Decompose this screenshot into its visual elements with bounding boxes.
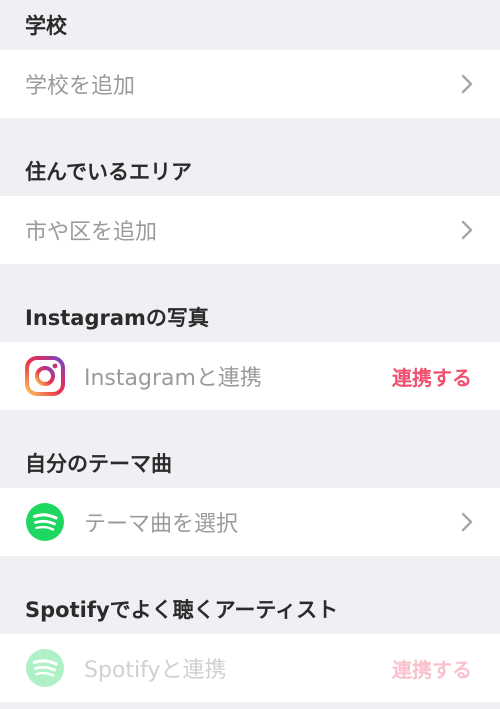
spotify-connect-button[interactable]: 連携する [392, 654, 472, 683]
section-title-school: 学校 [25, 14, 67, 38]
section-header-anthem: 自分のテーマ曲 [0, 410, 500, 488]
add-area-row[interactable]: 市や区を追加 [0, 196, 500, 264]
instagram-connect-row[interactable]: Instagramと連携 連携する [0, 342, 500, 410]
section-title-anthem: 自分のテーマ曲 [25, 452, 172, 476]
section-title-spotify-artists: Spotifyでよく聴くアーティスト [25, 598, 339, 622]
section-title-instagram: Instagramの写真 [25, 306, 209, 330]
spotify-icon [24, 501, 66, 543]
profile-edit-screen: 学校 学校を追加 住んでいるエリア 市や区を追加 Instagramの写真 In… [0, 0, 500, 709]
add-school-row[interactable]: 学校を追加 [0, 50, 500, 118]
select-anthem-label: テーマ曲を選択 [84, 512, 239, 537]
chevron-right-icon [450, 67, 484, 101]
select-anthem-row[interactable]: テーマ曲を選択 [0, 488, 500, 556]
add-school-label: 学校を追加 [25, 74, 136, 99]
add-area-label: 市や区を追加 [25, 220, 158, 245]
chevron-right-icon [450, 505, 484, 539]
section-header-area: 住んでいるエリア [0, 118, 500, 196]
section-header-spotify-artists: Spotifyでよく聴くアーティスト [0, 556, 500, 634]
instagram-icon [24, 355, 66, 397]
instagram-connect-button[interactable]: 連携する [392, 362, 472, 391]
spotify-connect-row[interactable]: Spotifyと連携 連携する [0, 634, 500, 702]
spotify-connect-label: Spotifyと連携 [84, 658, 227, 683]
section-header-instagram: Instagramの写真 [0, 264, 500, 342]
section-header-school: 学校 [0, 0, 500, 50]
instagram-connect-label: Instagramと連携 [84, 366, 262, 391]
section-title-area: 住んでいるエリア [25, 160, 192, 184]
spotify-icon [24, 647, 66, 689]
chevron-right-icon [450, 213, 484, 247]
